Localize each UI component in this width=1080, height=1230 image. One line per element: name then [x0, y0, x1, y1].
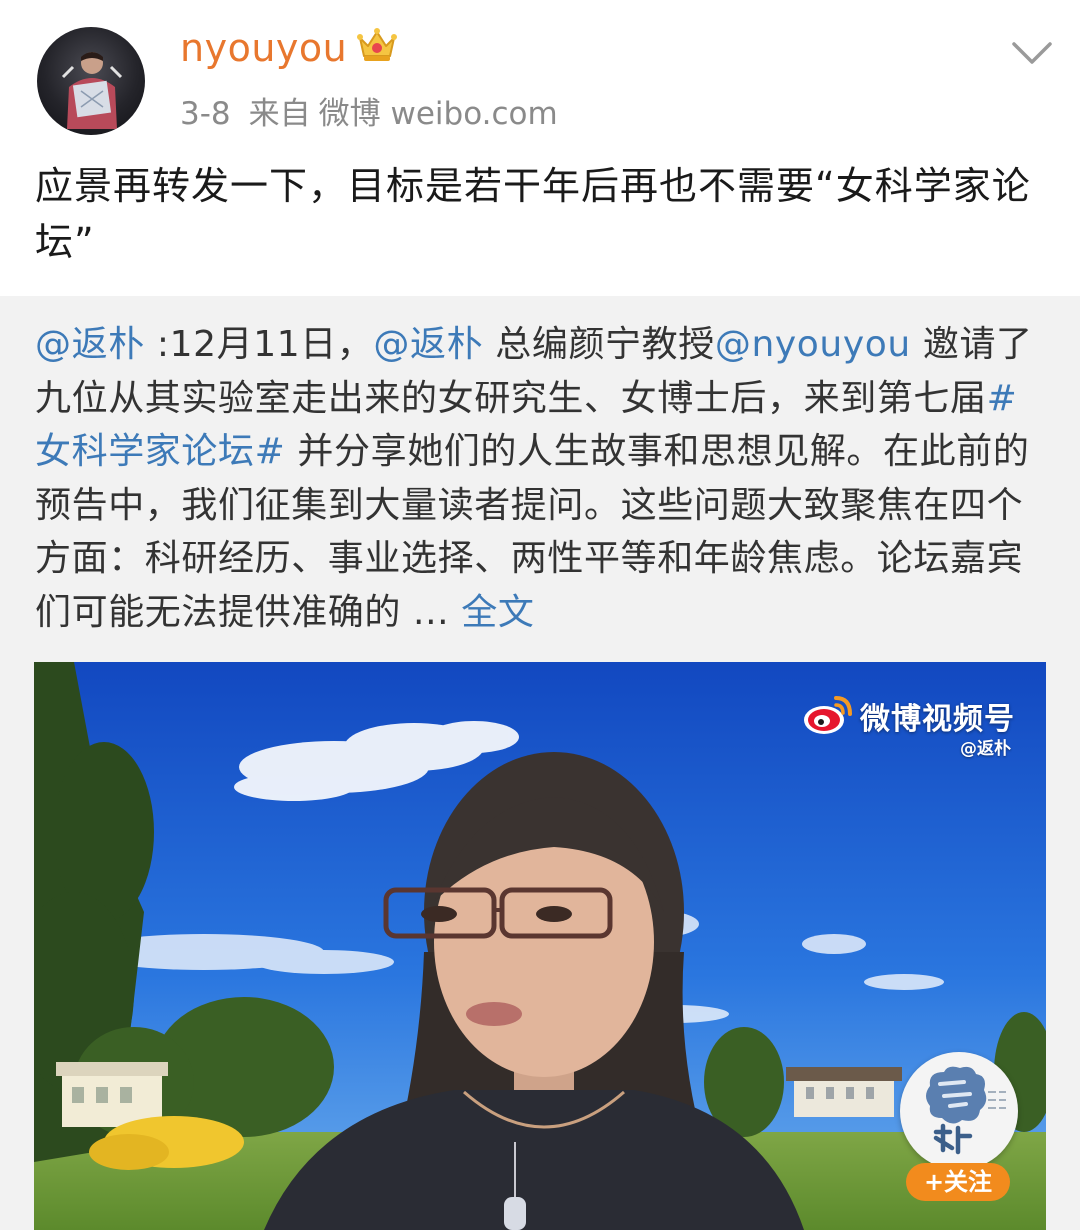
post-source-app: 微博 weibo.com — [318, 96, 558, 132]
post-date: 3-8 — [180, 96, 231, 132]
crown-icon — [357, 28, 397, 61]
fanpu-logo-icon — [926, 1066, 1006, 1155]
repost-block[interactable]: @返朴 :12月11日，@返朴 总编颜宁教授@nyouyou 邀请了九位从其实验… — [0, 296, 1080, 1230]
follow-button[interactable]: +关注 — [906, 1163, 1010, 1201]
post-header: nyouyou 3-8 来自 微博 weibo.com — [0, 0, 1080, 140]
full-text-link[interactable]: 全文 — [461, 592, 534, 633]
post-meta: 3-8 来自 微博 weibo.com — [180, 88, 576, 133]
mention-nyouyou[interactable]: @nyouyou — [715, 324, 911, 365]
chevron-down-icon[interactable] — [1010, 38, 1054, 68]
username[interactable]: nyouyou — [180, 26, 347, 70]
weibo-logo-icon — [804, 696, 852, 734]
avatar-figure — [61, 52, 123, 129]
repost-text-part: :12月11日， — [144, 324, 374, 365]
repost-text: @返朴 :12月11日，@返朴 总编颜宁教授@nyouyou 邀请了九位从其实验… — [35, 318, 1045, 639]
fanpu-avatar[interactable] — [900, 1052, 1018, 1170]
post-source-prefix: 来自 — [248, 96, 311, 132]
post-text: 应景再转发一下，目标是若干年后再也不需要“女科学家论坛” — [35, 164, 1031, 264]
video-player[interactable]: 微博视频号 @返朴 +关注 — [34, 662, 1046, 1230]
avatar[interactable] — [37, 27, 145, 135]
mention-author[interactable]: @返朴 — [35, 324, 145, 365]
mention-fanpu[interactable]: @返朴 — [373, 324, 483, 365]
watermark-handle: @返朴 — [960, 739, 1011, 759]
weibo-post: nyouyou 3-8 来自 微博 weibo.com 应景再转发一下，目标是若干年… — [0, 0, 1080, 1230]
watermark-title: 微博视频号 — [860, 702, 1015, 737]
weibo-video-watermark: 微博视频号 @返朴 — [802, 688, 1032, 759]
repost-text-part: 总编颜宁教授 — [483, 324, 715, 365]
